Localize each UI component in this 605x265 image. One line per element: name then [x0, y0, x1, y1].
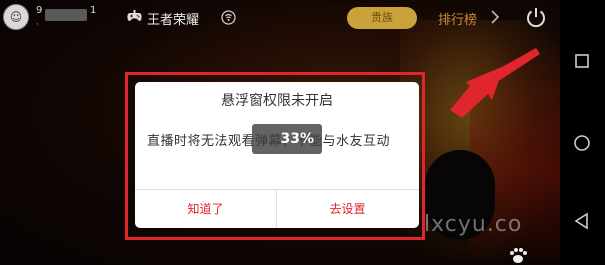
user-id-start: 9 [36, 5, 43, 16]
go-settings-button[interactable]: 去设置 [277, 190, 418, 228]
triangle-back-icon[interactable] [573, 212, 591, 230]
avatar[interactable]: ☺ [3, 4, 29, 30]
annotation-arrow-icon [450, 48, 540, 118]
live-stream-screen: ☺ 9 1 · 王者荣耀 贵族 排行榜 悬浮窗权限未开启 直播时将无法观看弹幕，… [0, 0, 560, 265]
watermark: lxcyu.co [424, 212, 523, 237]
dialog-title: 悬浮窗权限未开启 [221, 93, 333, 109]
chevron-right-icon[interactable] [490, 10, 500, 24]
loading-progress: 33% [252, 124, 322, 154]
user-subtext: · [36, 20, 39, 30]
paw-icon [510, 248, 527, 263]
switch-icon[interactable] [221, 10, 236, 25]
power-icon[interactable] [525, 6, 547, 28]
square-icon[interactable] [573, 52, 591, 70]
noble-button[interactable]: 贵族 [347, 7, 417, 29]
circle-icon[interactable] [573, 134, 591, 152]
permission-dialog: 悬浮窗权限未开启 直播时将无法观看弹幕，不能与水友互动 33% 知道了 去设置 [135, 82, 419, 228]
gamepad-icon [127, 10, 142, 21]
system-nav-bar [560, 0, 605, 265]
game-name[interactable]: 王者荣耀 [147, 9, 199, 28]
user-id-end: 1 [90, 5, 97, 16]
dismiss-button[interactable]: 知道了 [135, 190, 276, 228]
leaderboard-link[interactable]: 排行榜 [438, 9, 477, 28]
user-id-blurred [45, 9, 87, 21]
